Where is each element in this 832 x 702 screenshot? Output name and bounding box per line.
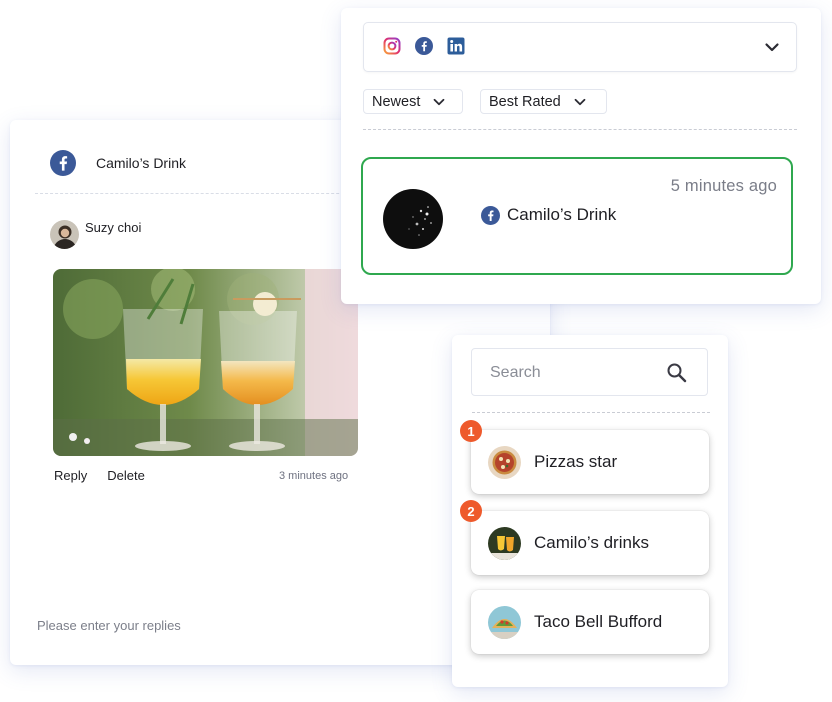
comment-panel-header: Camilo’s Drink	[50, 150, 186, 176]
search-box	[471, 348, 708, 396]
sort-filter[interactable]: Newest	[363, 89, 463, 114]
comment-actions: Reply Delete	[54, 468, 145, 483]
taco-avatar	[488, 605, 521, 639]
rating-filter[interactable]: Best Rated	[480, 89, 607, 114]
comment-author-name[interactable]: Suzy choi	[85, 220, 141, 235]
list-item[interactable]: Camilo’s drinks	[471, 511, 709, 575]
search-input[interactable]	[490, 362, 650, 384]
feed-item-selected[interactable]: 5 minutes ago Camilo’s Drink	[361, 157, 793, 275]
comment-timestamp: 3 minutes ago	[279, 470, 349, 482]
facebook-icon[interactable]	[415, 37, 433, 55]
feed-panel: Newest Best Rated 5 minutes ago Camilo’s…	[341, 8, 821, 304]
list-item-label: Taco Bell Bufford	[534, 612, 663, 631]
instagram-icon[interactable]	[383, 37, 401, 55]
platform-icons	[383, 37, 465, 55]
sort-filter-label: Newest	[372, 93, 421, 110]
platform-select[interactable]	[363, 22, 797, 72]
list-item[interactable]: Taco Bell Bufford	[471, 590, 709, 654]
user-avatar[interactable]	[50, 220, 79, 249]
list-item-label: Camilo’s drinks	[534, 533, 649, 552]
facebook-icon	[481, 205, 500, 225]
delete-button[interactable]: Delete	[107, 468, 145, 483]
reply-input[interactable]	[37, 615, 517, 635]
list-item-label: Pizzas star	[534, 452, 618, 471]
page-title: Camilo’s Drink	[96, 155, 186, 171]
chevron-down-icon[interactable]	[764, 39, 780, 55]
feed-item-name: Camilo’s Drink	[507, 205, 617, 224]
facebook-icon	[50, 150, 76, 176]
reply-button[interactable]: Reply	[54, 468, 87, 483]
rank-badge: 1	[460, 420, 482, 442]
linkedin-icon[interactable]	[447, 37, 465, 55]
chevron-down-icon	[573, 95, 587, 109]
drinks-avatar	[488, 526, 521, 560]
feed-item-timestamp: 5 minutes ago	[670, 177, 777, 195]
divider	[472, 412, 710, 413]
search-icon[interactable]	[666, 362, 687, 383]
feed-item-title: Camilo’s Drink	[481, 205, 616, 225]
chevron-down-icon	[432, 95, 446, 109]
divider	[363, 129, 797, 130]
rank-badge: 2	[460, 500, 482, 522]
rating-filter-label: Best Rated	[489, 93, 561, 110]
feed-avatar	[383, 189, 443, 249]
search-panel: Pizzas star Camilo’s drinks Taco Bell Bu…	[452, 335, 728, 687]
list-item[interactable]: Pizzas star	[471, 430, 709, 494]
pizza-avatar	[488, 445, 521, 479]
cocktail-photo[interactable]	[53, 269, 358, 456]
comment-author: Suzy choi	[50, 220, 141, 249]
